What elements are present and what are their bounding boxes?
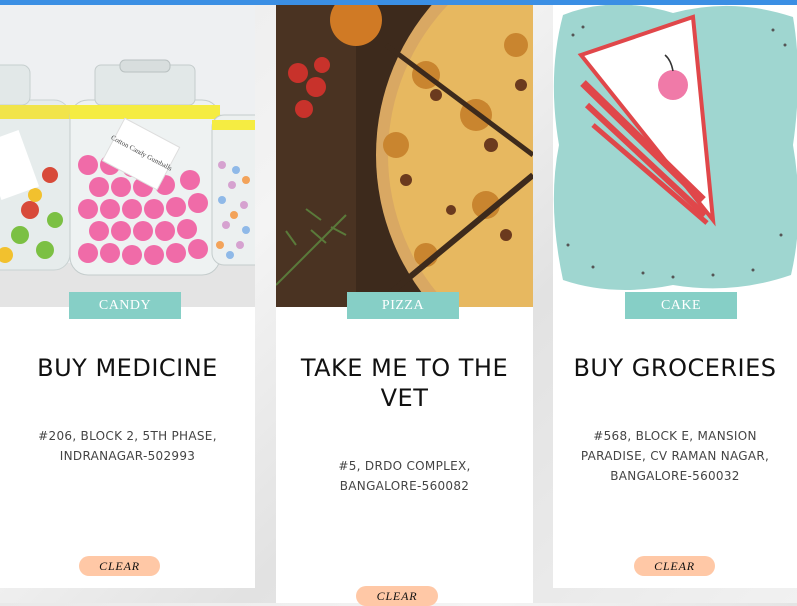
task-address: #568, BLOCK E, MANSION PARADISE, CV RAMA… — [553, 426, 797, 486]
category-tag: CAKE — [625, 292, 737, 319]
address-line: BANGALORE-560032 — [610, 469, 740, 483]
cake-slice-image — [553, 5, 797, 307]
task-card-1[interactable]: Cotton Candy Gumballs CANDY BUY MEDICINE… — [0, 5, 255, 588]
address-line: BANGALORE-560082 — [339, 479, 470, 493]
task-title-line: TAKE ME TO THE — [300, 354, 509, 382]
task-card-2[interactable]: PIZZA TAKE ME TO THE VET #5, DRDO COMPLE… — [276, 5, 533, 606]
clear-button[interactable]: CLEAR — [79, 556, 160, 576]
task-address: #5, DRDO COMPLEX, BANGALORE-560082 — [276, 456, 533, 496]
task-title: BUY GROCERIES — [553, 353, 797, 383]
task-title: TAKE ME TO THE VET — [276, 353, 533, 413]
task-title-line: VET — [380, 384, 429, 412]
candy-jars-image: Cotton Candy Gumballs — [0, 5, 255, 307]
task-card-3[interactable]: CAKE BUY GROCERIES #568, BLOCK E, MANSIO… — [553, 5, 797, 588]
address-line: INDRANAGAR-502993 — [59, 449, 196, 463]
task-title-line: BUY GROCERIES — [573, 354, 777, 382]
task-title: BUY MEDICINE — [0, 353, 255, 383]
address-line: #206, BLOCK 2, 5TH PHASE, — [38, 429, 217, 443]
task-title-line: BUY MEDICINE — [37, 354, 218, 382]
task-address: #206, BLOCK 2, 5TH PHASE, INDRANAGAR-502… — [0, 426, 255, 466]
clear-button[interactable]: CLEAR — [634, 556, 715, 576]
pizza-image — [276, 5, 533, 307]
category-tag: CANDY — [69, 292, 181, 319]
address-line: PARADISE, CV RAMAN NAGAR, — [580, 449, 770, 463]
category-tag: PIZZA — [347, 292, 459, 319]
clear-button[interactable]: CLEAR — [356, 586, 438, 606]
address-line: #5, DRDO COMPLEX, — [338, 459, 471, 473]
address-line: #568, BLOCK E, MANSION — [593, 429, 757, 443]
